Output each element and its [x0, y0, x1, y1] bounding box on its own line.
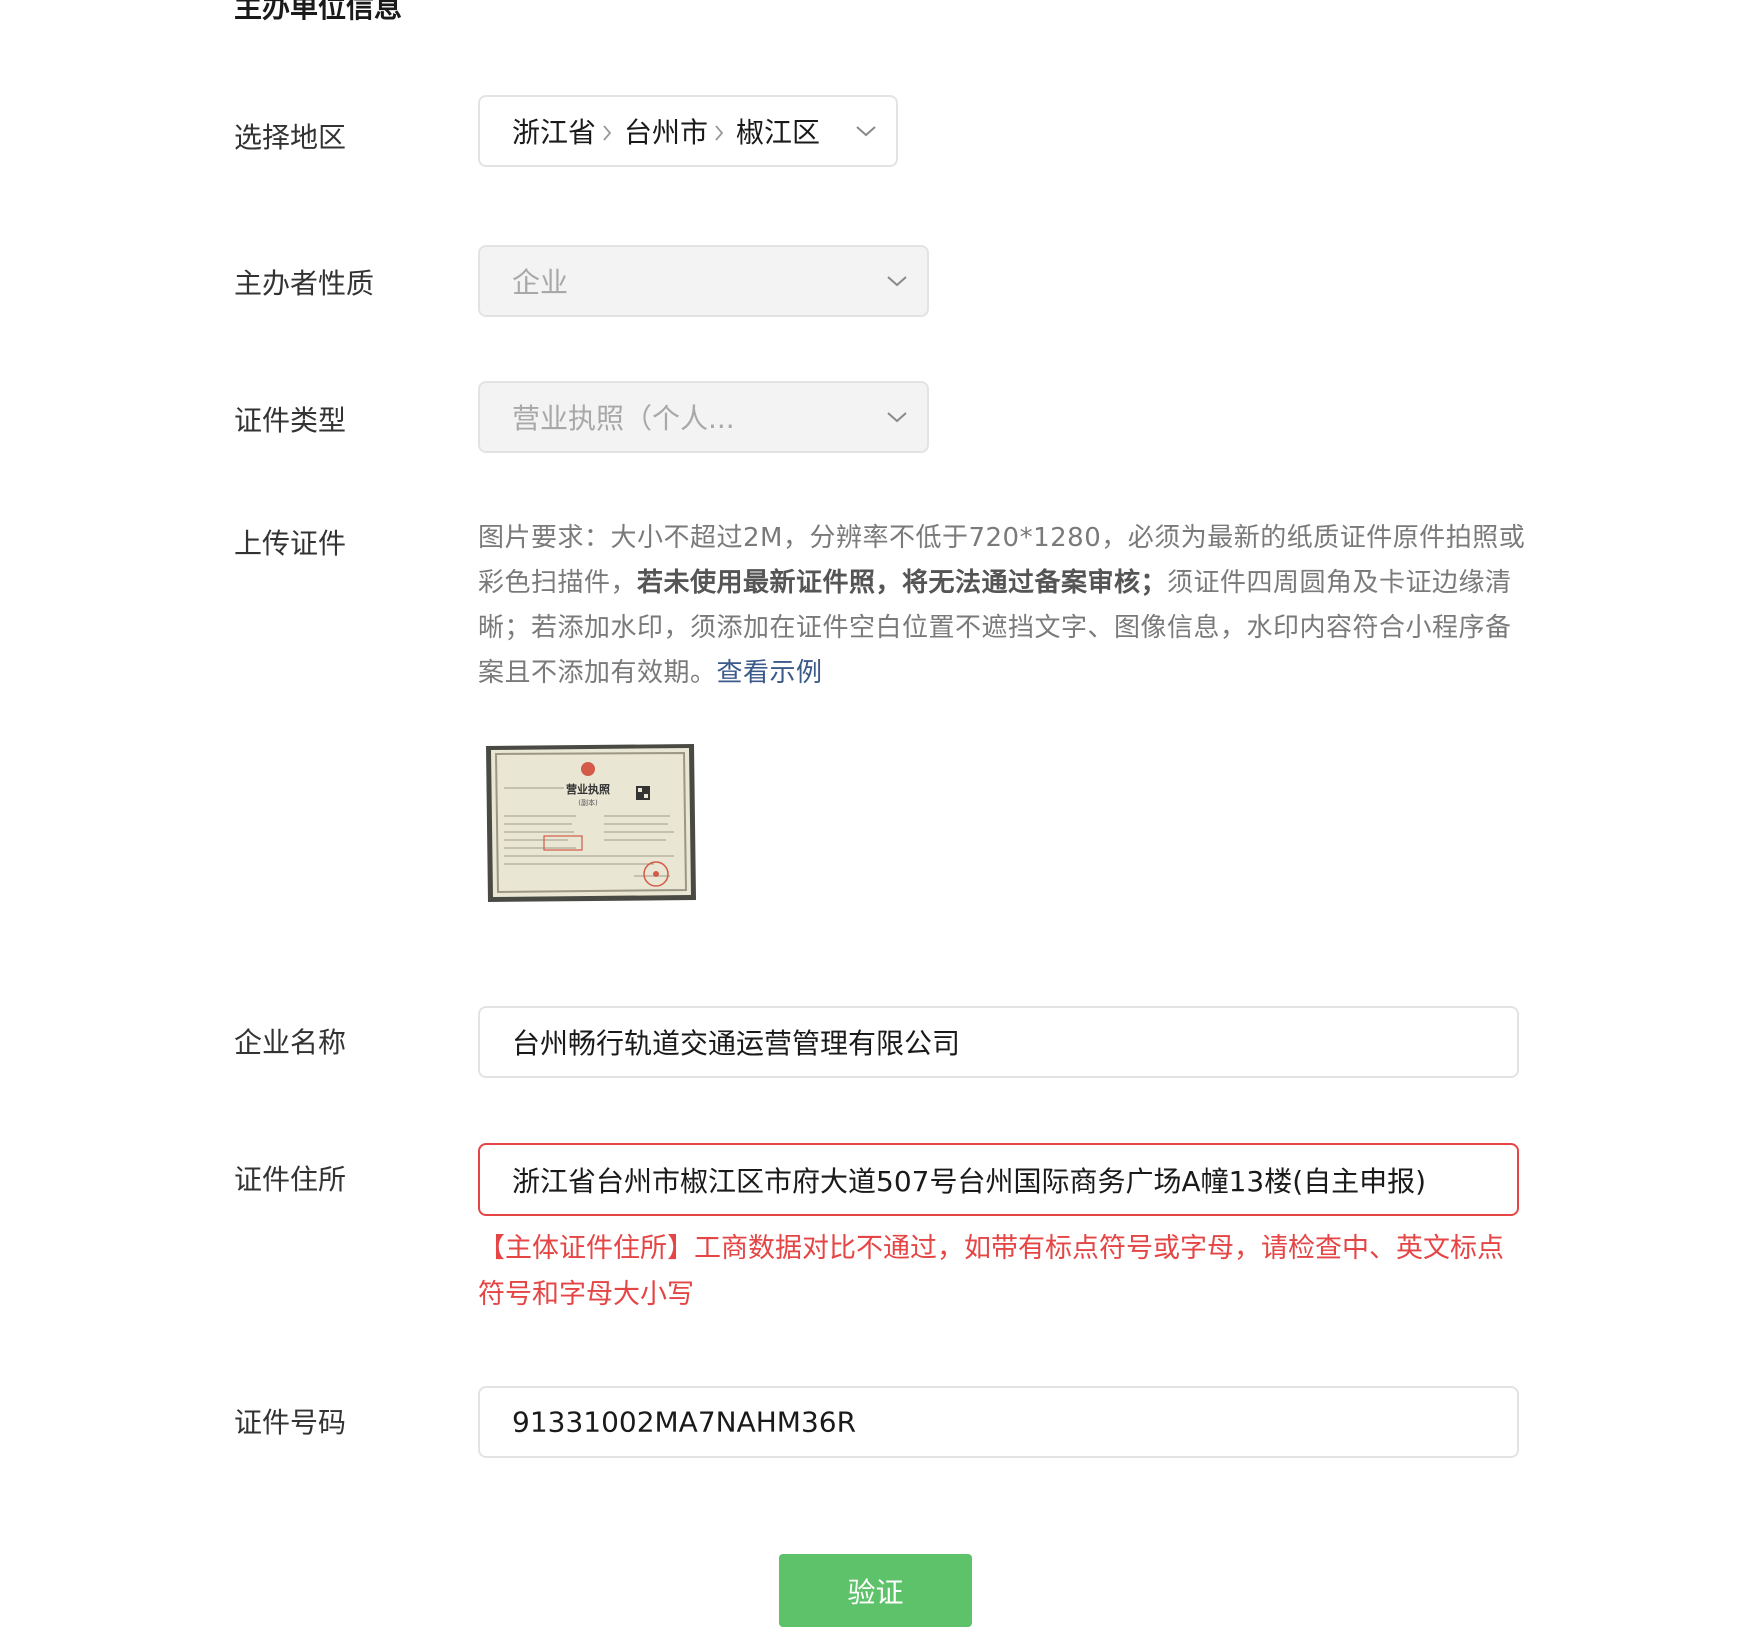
- upload-requirements: 图片要求：大小不超过2M，分辨率不低于720*1280，必须为最新的纸质证件原件…: [478, 516, 1528, 696]
- cert-address-value: 浙江省台州市椒江区市府大道507号台州国际商务广场A幢13楼(自主申报): [512, 1164, 1427, 1198]
- chevron-down-icon: [856, 126, 876, 137]
- company-name-value: 台州畅行轨道交通运营管理有限公司: [512, 1027, 961, 1060]
- region-province: 浙江省: [512, 116, 597, 149]
- cert-number-value: 91331002MA7NAHM36R: [512, 1405, 857, 1439]
- chevron-down-icon: [887, 276, 907, 287]
- chevron-right-icon: [603, 125, 612, 141]
- company-name-label: 企业名称: [234, 1026, 347, 1059]
- region-select[interactable]: 浙江省 台州市 椒江区: [478, 95, 898, 167]
- license-thumbnail[interactable]: 营业执照 (副本): [484, 744, 696, 904]
- thumb-title: 营业执照: [566, 782, 610, 796]
- chevron-down-icon: [887, 412, 907, 423]
- cert-number-input[interactable]: 91331002MA7NAHM36R: [478, 1386, 1519, 1458]
- view-example-link[interactable]: 查看示例: [717, 658, 823, 688]
- region-district: 椒江区: [736, 116, 821, 149]
- cert-type-select[interactable]: 营业执照（个人...: [478, 381, 929, 453]
- section-title: 主办单位信息: [234, 0, 403, 24]
- nature-label: 主办者性质: [234, 267, 375, 300]
- region-city: 台州市: [624, 116, 709, 149]
- chevron-right-icon: [715, 125, 724, 141]
- cert-number-label: 证件号码: [234, 1406, 347, 1439]
- region-label: 选择地区: [234, 121, 347, 154]
- region-value: 浙江省 台州市 椒江区: [512, 111, 820, 151]
- cert-type-label: 证件类型: [234, 404, 347, 437]
- nature-value: 企业: [512, 266, 569, 299]
- cert-type-value: 营业执照（个人...: [512, 402, 735, 435]
- verify-button[interactable]: 验证: [779, 1554, 972, 1627]
- nature-select[interactable]: 企业: [478, 245, 929, 317]
- upload-label: 上传证件: [234, 527, 347, 560]
- upload-desc-warning: 若未使用最新证件照，将无法通过备案审核；: [637, 568, 1168, 598]
- company-name-input[interactable]: 台州畅行轨道交通运营管理有限公司: [478, 1006, 1519, 1078]
- thumb-subtitle: (副本): [578, 798, 598, 807]
- cert-address-input[interactable]: 浙江省台州市椒江区市府大道507号台州国际商务广场A幢13楼(自主申报): [478, 1143, 1519, 1216]
- cert-address-error: 【主体证件住所】工商数据对比不通过，如带有标点符号或字母，请检查中、英文标点符号…: [478, 1233, 1504, 1310]
- cert-address-label: 证件住所: [234, 1163, 347, 1196]
